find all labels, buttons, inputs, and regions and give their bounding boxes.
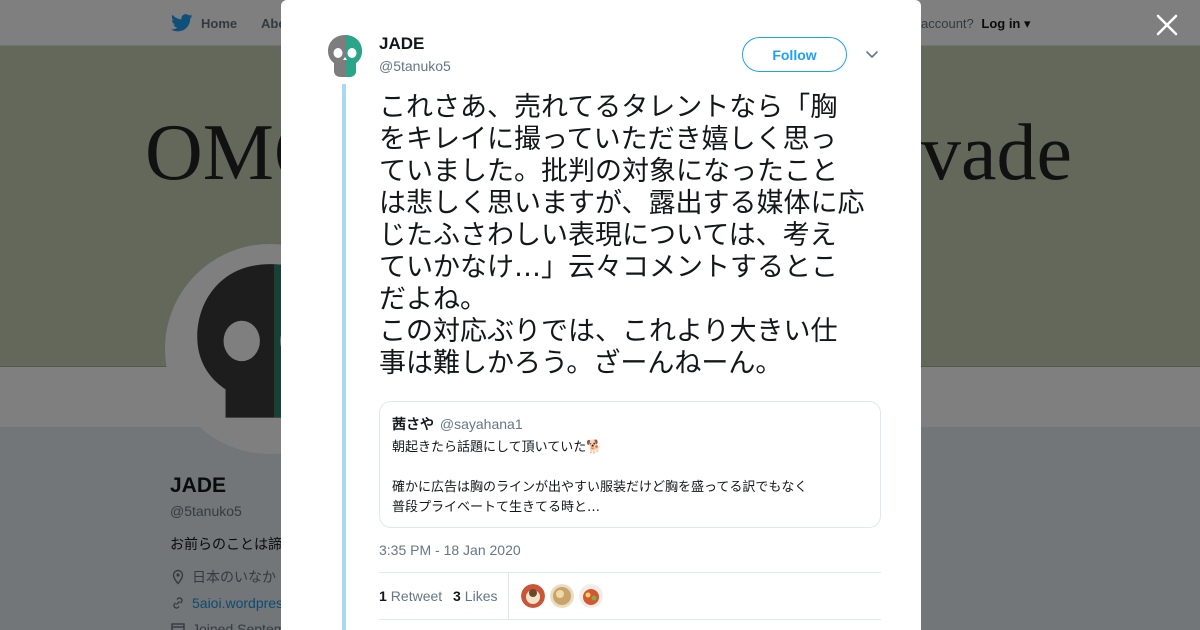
liker-avatar[interactable] (550, 584, 574, 608)
skull-avatar-icon (328, 35, 362, 77)
quoted-author-name: 茜さや (392, 417, 434, 433)
liker-avatar-image (550, 584, 574, 608)
like-count[interactable]: 3 Likes (453, 588, 497, 604)
quoted-tweet[interactable]: 茜さや @sayahana1 朝起きたら話題にして頂いていた🐕 確かに広告は胸の… (379, 401, 881, 528)
follow-button[interactable]: Follow (742, 37, 847, 72)
quoted-tweet-text: 朝起きたら話題にして頂いていた🐕 確かに広告は胸のラインが出やすい服装だけど胸を… (392, 440, 808, 515)
retweet-label: Retweet (390, 588, 443, 604)
author-handle[interactable]: @5tanuko5 (379, 58, 451, 74)
liker-avatar[interactable] (579, 584, 603, 608)
like-count-value: 3 (453, 588, 461, 604)
author-name[interactable]: JADE (379, 34, 424, 54)
tweet-modal: JADE @5tanuko5 Follow これさあ、売れてるタレントなら「胸 … (281, 0, 921, 630)
liker-avatar-image (521, 584, 545, 608)
liker-avatar-image (579, 584, 603, 608)
chevron-down-icon[interactable] (864, 46, 880, 62)
stats-divider (508, 573, 509, 620)
close-icon[interactable] (1154, 12, 1180, 38)
liker-avatar[interactable] (521, 584, 545, 608)
thread-line (342, 84, 346, 630)
quoted-tweet-header: 茜さや @sayahana1 (392, 414, 868, 434)
liker-avatars (521, 584, 603, 608)
author-avatar[interactable] (325, 33, 365, 79)
quoted-author-handle: @sayahana1 (439, 416, 523, 432)
retweet-count[interactable]: 1 Retweet (379, 588, 442, 604)
like-label: Likes (464, 588, 498, 604)
retweet-count-value: 1 (379, 588, 387, 604)
tweet-stats: 1 Retweet 3 Likes (379, 572, 881, 620)
tweet-timestamp[interactable]: 3:35 PM - 18 Jan 2020 (379, 542, 521, 558)
tweet-text: これさあ、売れてるタレントなら「胸 をキレイに撮っていただき嬉しく思っ ていまし… (379, 92, 865, 379)
